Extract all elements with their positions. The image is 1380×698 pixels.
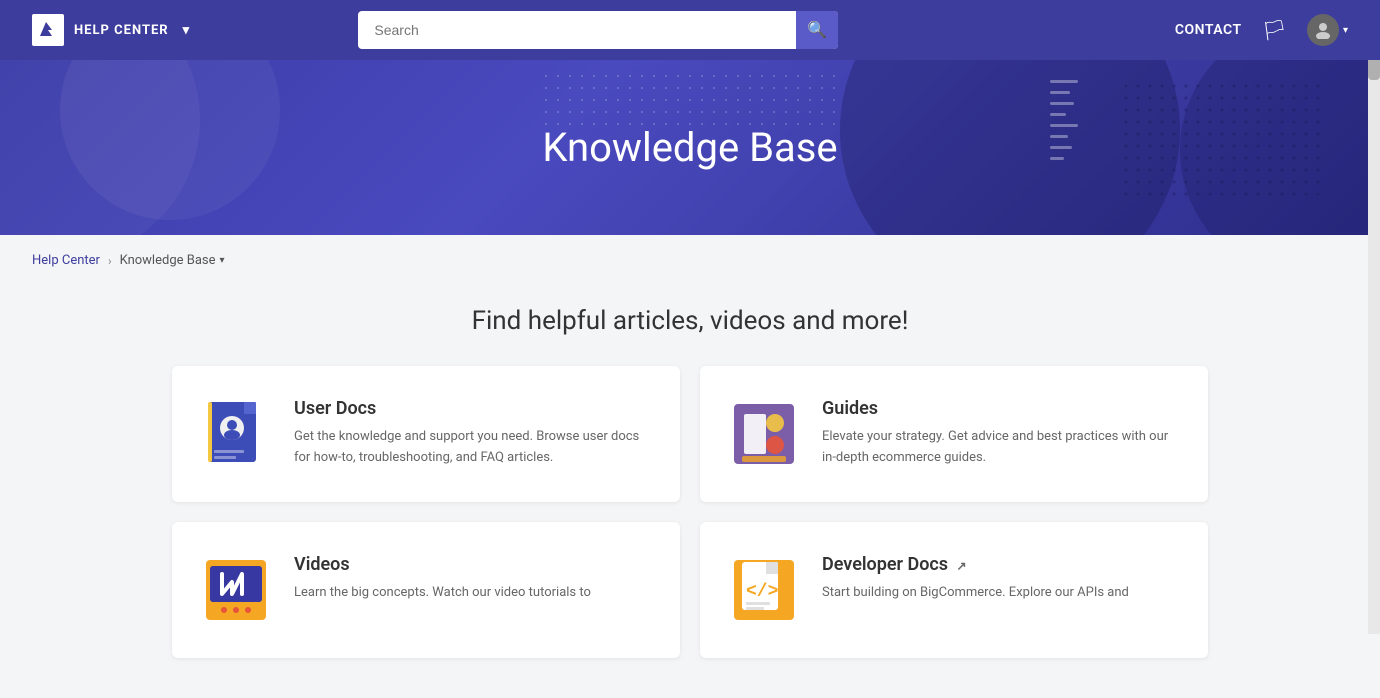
guides-title: Guides: [822, 398, 1180, 419]
videos-title: Videos: [294, 554, 591, 575]
search-icon: 🔍: [807, 20, 827, 40]
breadcrumb-separator: ›: [108, 254, 112, 268]
hero-lines-decoration: [1050, 80, 1080, 220]
user-menu[interactable]: ▾: [1307, 14, 1348, 46]
avatar-dropdown-icon: ▾: [1343, 25, 1348, 36]
cards-grid: User Docs Get the knowledge and support …: [172, 366, 1208, 658]
guides-card[interactable]: Guides Elevate your strategy. Get advice…: [700, 366, 1208, 502]
guides-desc: Elevate your strategy. Get advice and be…: [822, 427, 1180, 469]
main-content: Find helpful articles, videos and more!: [140, 286, 1240, 698]
breadcrumb-current-label: Knowledge Base: [120, 253, 216, 268]
hero-dots-decoration: [540, 70, 840, 130]
user-docs-icon: [200, 398, 272, 470]
videos-text: Videos Learn the big concepts. Watch our…: [294, 554, 591, 604]
developer-docs-title: Developer Docs ↗: [822, 554, 1129, 575]
videos-desc: Learn the big concepts. Watch our video …: [294, 583, 591, 604]
hero-banner: Knowledge Base: [0, 60, 1380, 235]
logo[interactable]: HELP CENTER ▾: [32, 14, 190, 46]
developer-docs-card[interactable]: </> Developer Docs ↗ Start building on B…: [700, 522, 1208, 658]
contact-link[interactable]: CONTACT: [1175, 22, 1242, 38]
avatar: [1307, 14, 1339, 46]
developer-docs-text: Developer Docs ↗ Start building on BigCo…: [822, 554, 1129, 604]
developer-docs-desc: Start building on BigCommerce. Explore o…: [822, 583, 1129, 604]
user-docs-card[interactable]: User Docs Get the knowledge and support …: [172, 366, 680, 502]
help-center-dropdown-icon: ▾: [183, 23, 191, 38]
scrollbar[interactable]: [1368, 0, 1380, 634]
hero-title: Knowledge Base: [542, 124, 837, 171]
user-docs-text: User Docs Get the knowledge and support …: [294, 398, 652, 469]
help-center-label: HELP CENTER: [74, 23, 169, 38]
breadcrumb-current[interactable]: Knowledge Base ▾: [120, 253, 225, 268]
developer-docs-icon: </>: [728, 554, 800, 626]
navbar: HELP CENTER ▾ 🔍 CONTACT 🏳 ▾: [0, 0, 1380, 60]
user-docs-desc: Get the knowledge and support you need. …: [294, 427, 652, 469]
bigcommerce-logo-icon: [32, 14, 64, 46]
navbar-right: CONTACT 🏳 ▾: [1175, 14, 1348, 46]
videos-card[interactable]: Videos Learn the big concepts. Watch our…: [172, 522, 680, 658]
guides-text: Guides Elevate your strategy. Get advice…: [822, 398, 1180, 469]
breadcrumb: Help Center › Knowledge Base ▾: [0, 235, 1380, 286]
search-bar: 🔍: [358, 11, 838, 49]
svg-text:</>: </>: [746, 582, 778, 602]
breadcrumb-dropdown-icon: ▾: [220, 255, 225, 266]
search-input[interactable]: [358, 11, 838, 49]
videos-icon: [200, 554, 272, 626]
language-flag-icon[interactable]: 🏳: [1262, 18, 1287, 42]
user-docs-title: User Docs: [294, 398, 652, 419]
guides-icon: [728, 398, 800, 470]
search-button[interactable]: 🔍: [796, 11, 838, 49]
page-tagline: Find helpful articles, videos and more!: [172, 306, 1208, 336]
hero-dots-right-decoration: [1120, 80, 1320, 200]
external-link-icon: ↗: [957, 559, 967, 573]
breadcrumb-home-link[interactable]: Help Center: [32, 253, 100, 268]
user-icon: [1314, 21, 1332, 39]
